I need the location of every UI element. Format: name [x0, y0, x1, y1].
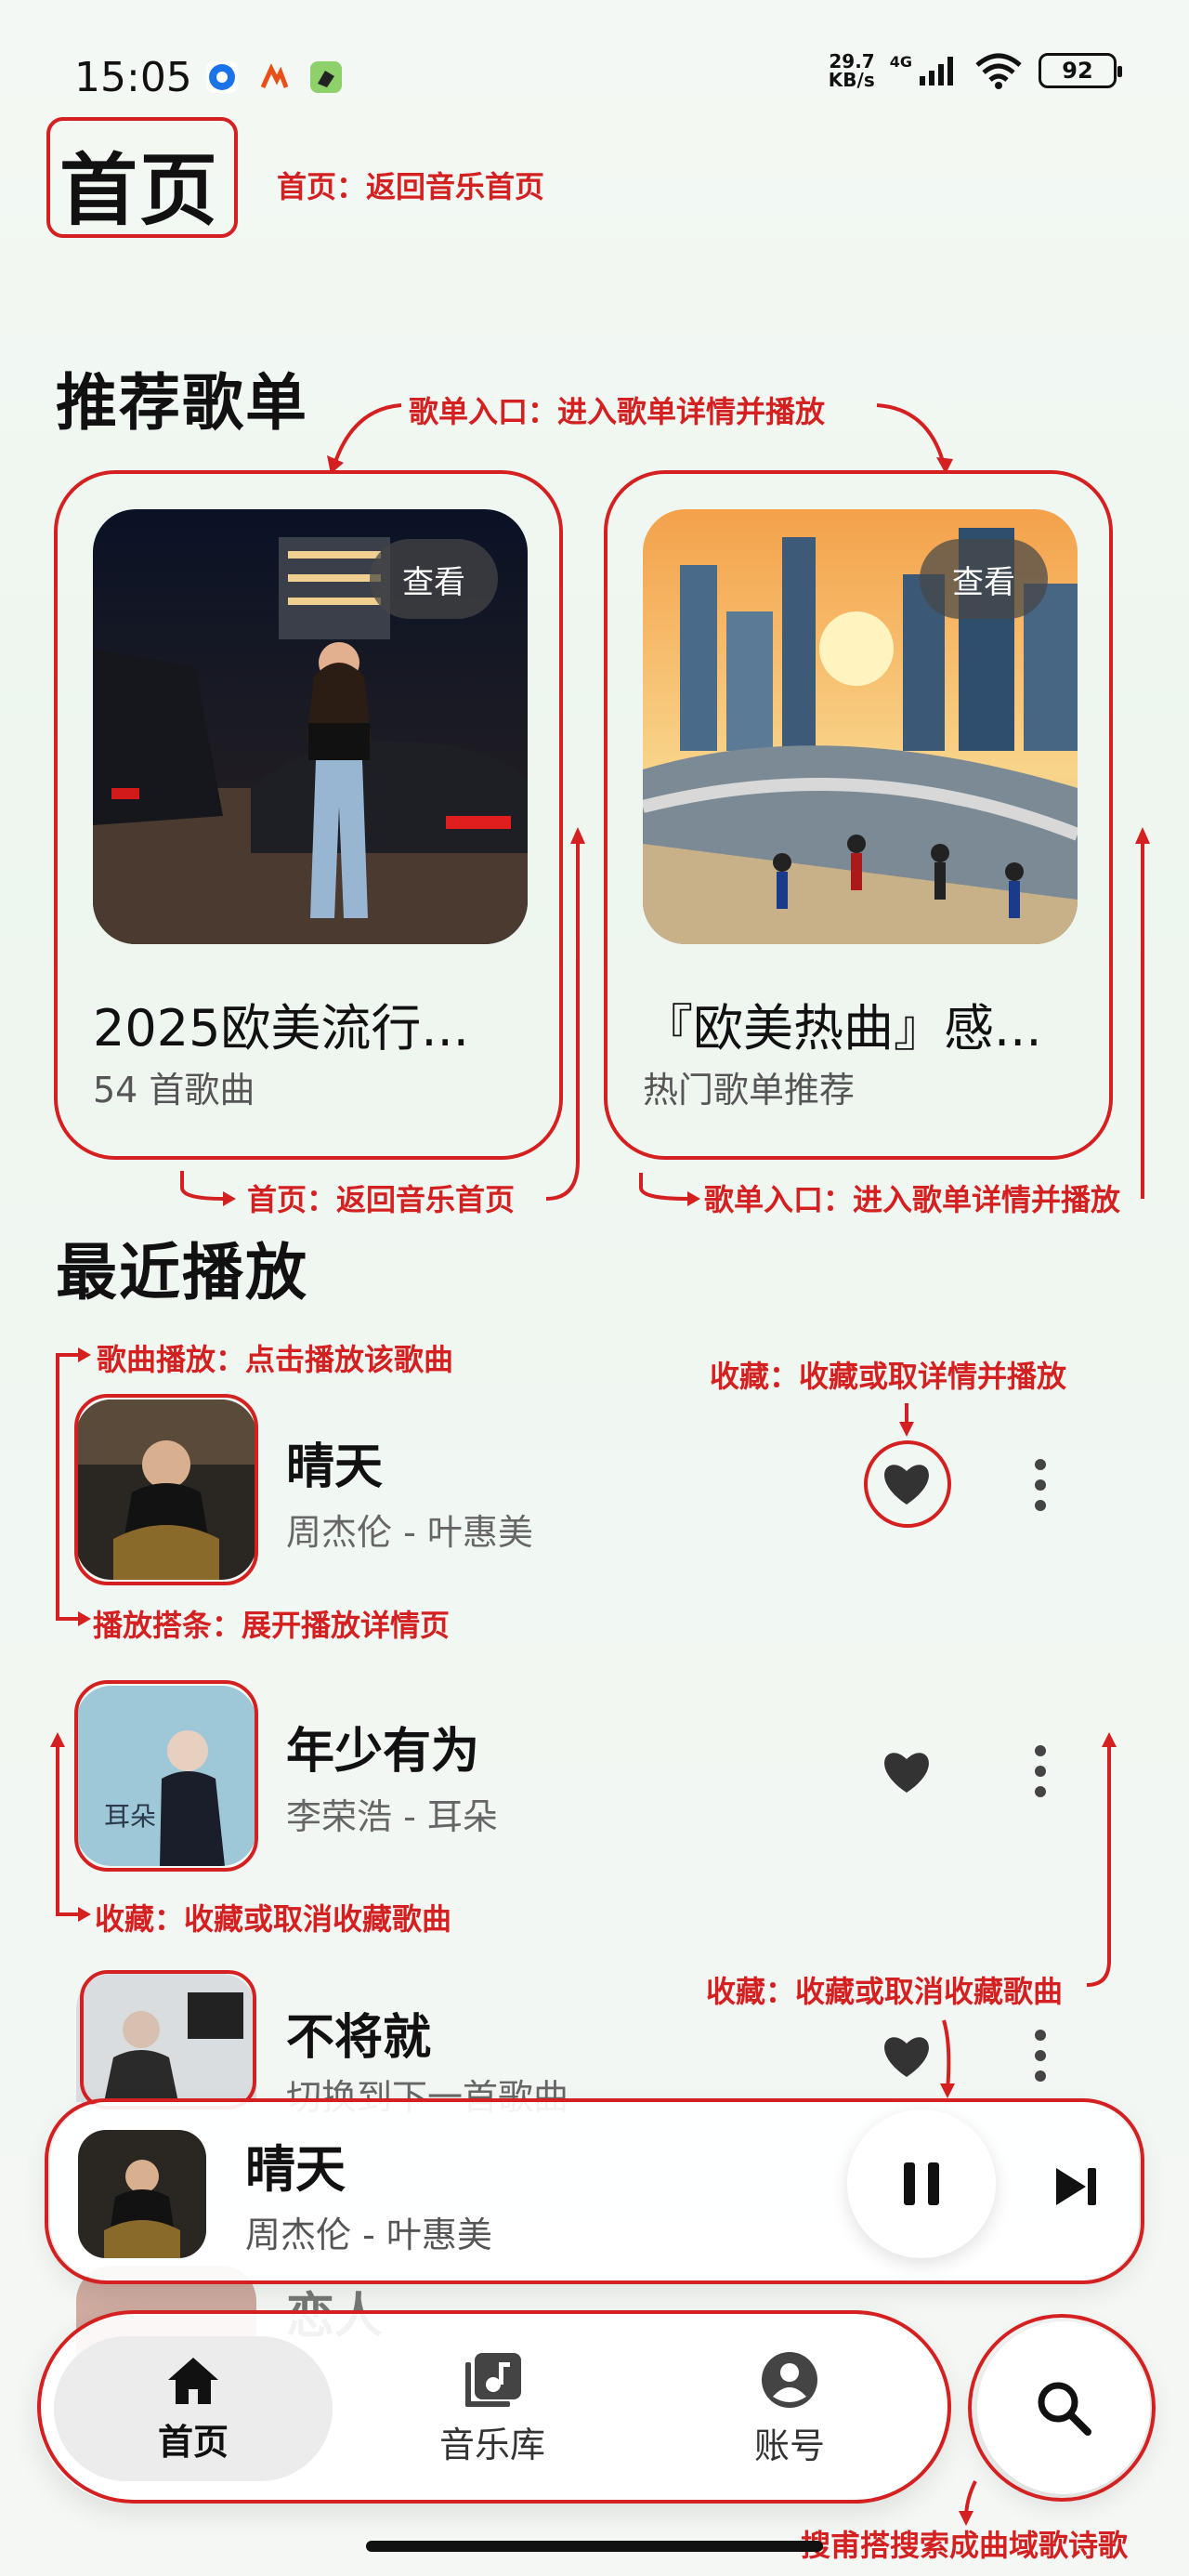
- song-title: 不将就: [286, 2010, 432, 2066]
- more-options-button[interactable]: [1022, 1734, 1059, 1808]
- song-subtitle: 李荣浩 - 耳朵: [286, 1796, 498, 1837]
- favorite-button[interactable]: [864, 1728, 949, 1814]
- heart-icon: [884, 1753, 929, 1793]
- annotation-label: 歌曲播放：点击播放该歌曲: [97, 1342, 454, 1377]
- annotation-label: 首页：返回音乐首页: [247, 1182, 516, 1217]
- annotation-box: [37, 2310, 951, 2504]
- annotation-label: 搜甫搭搜索成曲域歌诗歌: [801, 2528, 1129, 2563]
- annotation-box: [968, 2314, 1156, 2502]
- more-options-button[interactable]: [1022, 2018, 1059, 2093]
- annotation-box: [74, 1680, 258, 1872]
- song-title: 年少有为: [286, 1724, 480, 1780]
- annotation-box: [864, 1440, 951, 1528]
- favorite-button[interactable]: [864, 2013, 949, 2098]
- annotation-label: 播放搭条：展开播放详情页: [93, 1608, 451, 1643]
- annotation-box: [80, 1970, 256, 2109]
- annotation-label: 歌单入口：进入歌单详情并播放: [704, 1182, 1121, 1217]
- annotation-box: [45, 2098, 1144, 2284]
- song-title: 晴天: [286, 1439, 384, 1495]
- home-indicator: [366, 2541, 823, 2552]
- annotation-label: 收藏：收藏或取消收藏歌曲: [95, 1901, 452, 1937]
- song-subtitle: 周杰伦 - 叶惠美: [286, 1512, 533, 1553]
- section-title-recent: 最近播放: [56, 1237, 308, 1308]
- more-options-button[interactable]: [1022, 1448, 1059, 1522]
- heart-icon: [884, 2037, 929, 2077]
- annotation-box: [74, 1394, 258, 1585]
